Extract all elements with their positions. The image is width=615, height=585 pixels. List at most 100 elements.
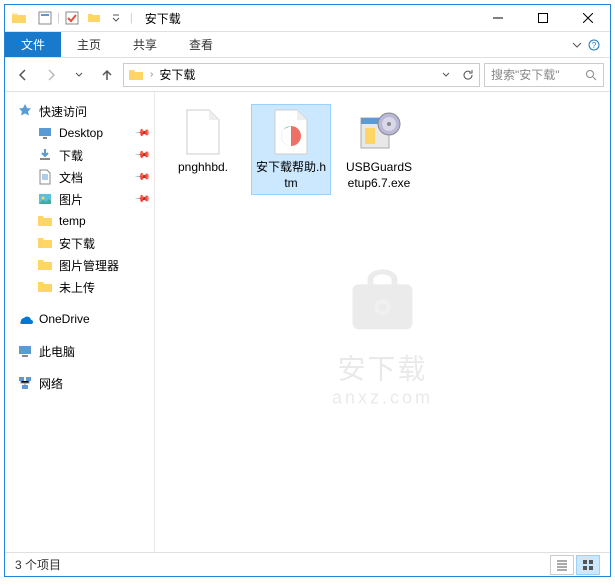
sidebar-item-downloads[interactable]: 下载 📌	[5, 144, 154, 166]
pin-icon: 📌	[133, 125, 150, 142]
sidebar-item-desktop[interactable]: Desktop 📌	[5, 122, 154, 144]
sidebar-thispc[interactable]: 此电脑	[5, 340, 154, 362]
navigation-bar: › 安下载 搜索"安下载"	[5, 58, 610, 92]
file-item[interactable]: USBGuardSetup6.7.exe	[339, 104, 419, 195]
sidebar-item-label: OneDrive	[39, 312, 90, 326]
sidebar-item-label: temp	[59, 214, 86, 228]
ribbon-tab-view[interactable]: 查看	[173, 32, 229, 57]
ribbon-file-tab[interactable]: 文件	[5, 32, 61, 57]
search-placeholder: 搜索"安下载"	[491, 66, 585, 83]
file-item[interactable]: 安下载帮助.htm	[251, 104, 331, 195]
watermark-url: anxz.com	[332, 387, 433, 408]
titlebar-separator: |	[130, 12, 133, 24]
sidebar-item-anxz[interactable]: 安下载	[5, 232, 154, 254]
sidebar-item-label: Desktop	[59, 126, 103, 140]
address-chevron-icon: ›	[150, 69, 153, 80]
recent-dropdown[interactable]	[67, 63, 91, 87]
sidebar-item-label: 未上传	[59, 279, 95, 296]
refresh-icon[interactable]	[461, 68, 475, 82]
sidebar-item-notuploaded[interactable]: 未上传	[5, 276, 154, 298]
sidebar-quick-access[interactable]: 快速访问	[5, 100, 154, 122]
window-title: 安下载	[145, 10, 181, 27]
help-icon[interactable]: ?	[588, 39, 600, 51]
sidebar-item-label: 文档	[59, 169, 83, 186]
pin-icon: 📌	[133, 147, 150, 164]
file-name: 安下载帮助.htm	[255, 160, 327, 191]
qat-separator: |	[57, 12, 60, 24]
forward-button[interactable]	[39, 63, 63, 87]
qat-folder-icon[interactable]	[84, 8, 104, 28]
network-icon	[17, 375, 33, 391]
folder-icon	[37, 235, 53, 251]
download-icon	[37, 147, 53, 163]
sidebar-item-label: 此电脑	[39, 343, 75, 360]
sidebar-item-label: 图片管理器	[59, 257, 119, 274]
minimize-button[interactable]	[475, 5, 520, 32]
ribbon: 文件 主页 共享 查看 ?	[5, 32, 610, 58]
ribbon-tab-share[interactable]: 共享	[117, 32, 173, 57]
watermark: 安下载 anxz.com	[332, 264, 433, 408]
close-button[interactable]	[565, 5, 610, 32]
sidebar-item-temp[interactable]: temp	[5, 210, 154, 232]
folder-icon	[128, 67, 144, 83]
back-button[interactable]	[11, 63, 35, 87]
bag-icon	[343, 264, 423, 334]
search-input[interactable]: 搜索"安下载"	[484, 63, 604, 87]
sidebar-network[interactable]: 网络	[5, 372, 154, 394]
folder-icon	[37, 257, 53, 273]
sidebar-item-label: 网络	[39, 375, 63, 392]
folder-icon	[37, 213, 53, 229]
chevron-down-icon[interactable]	[572, 40, 582, 50]
status-bar: 3 个项目	[5, 552, 610, 576]
sidebar-onedrive[interactable]: OneDrive	[5, 308, 154, 330]
status-text: 3 个项目	[15, 556, 61, 573]
file-list[interactable]: pnghhbd. 安下载帮助.htm USBGuardSetup6.7.exe …	[155, 92, 610, 552]
sidebar-item-pictures[interactable]: 图片 📌	[5, 188, 154, 210]
titlebar: | | 安下载	[5, 5, 610, 32]
ribbon-expand: ?	[562, 32, 610, 57]
ribbon-tab-home[interactable]: 主页	[61, 32, 117, 57]
pc-icon	[17, 343, 33, 359]
file-name: pnghhbd.	[178, 160, 228, 176]
file-name: USBGuardSetup6.7.exe	[343, 160, 415, 191]
blank-file-icon	[179, 108, 227, 156]
up-button[interactable]	[95, 63, 119, 87]
folder-icon	[37, 279, 53, 295]
address-dropdown-icon[interactable]	[441, 70, 451, 80]
desktop-icon	[37, 125, 53, 141]
quick-access-toolbar: |	[35, 8, 126, 28]
exe-file-icon	[355, 108, 403, 156]
view-switcher	[550, 555, 600, 575]
file-item[interactable]: pnghhbd.	[163, 104, 243, 195]
onedrive-icon	[17, 311, 33, 327]
window-controls	[475, 5, 610, 32]
watermark-text: 安下载	[332, 347, 433, 387]
titlebar-left: | | 安下载	[5, 8, 181, 28]
search-icon	[585, 69, 597, 81]
icons-view-button[interactable]	[576, 555, 600, 575]
sidebar-item-label: 图片	[59, 191, 83, 208]
navigation-pane: 快速访问 Desktop 📌 下载 📌 文档 📌 图片 📌	[5, 92, 155, 552]
pin-icon: 📌	[133, 191, 150, 208]
htm-file-icon	[267, 108, 315, 156]
qat-dropdown-icon[interactable]	[106, 8, 126, 28]
folder-icon	[11, 10, 27, 26]
explorer-window: | | 安下载 文件 主页 共享 查看 ? ›	[4, 4, 611, 577]
svg-text:?: ?	[592, 41, 597, 50]
sidebar-item-label: 安下载	[59, 235, 95, 252]
pictures-icon	[37, 191, 53, 207]
sidebar-item-label: 快速访问	[39, 103, 87, 120]
details-view-button[interactable]	[550, 555, 574, 575]
document-icon	[37, 169, 53, 185]
qat-checkbox-icon[interactable]	[62, 8, 82, 28]
star-icon	[17, 103, 33, 119]
address-bar[interactable]: › 安下载	[123, 63, 480, 87]
address-text: 安下载	[159, 66, 435, 83]
qat-properties-icon[interactable]	[35, 8, 55, 28]
sidebar-item-picmgr[interactable]: 图片管理器	[5, 254, 154, 276]
sidebar-item-documents[interactable]: 文档 📌	[5, 166, 154, 188]
pin-icon: 📌	[133, 169, 150, 186]
content-area: 快速访问 Desktop 📌 下载 📌 文档 📌 图片 📌	[5, 92, 610, 552]
sidebar-item-label: 下载	[59, 147, 83, 164]
maximize-button[interactable]	[520, 5, 565, 32]
